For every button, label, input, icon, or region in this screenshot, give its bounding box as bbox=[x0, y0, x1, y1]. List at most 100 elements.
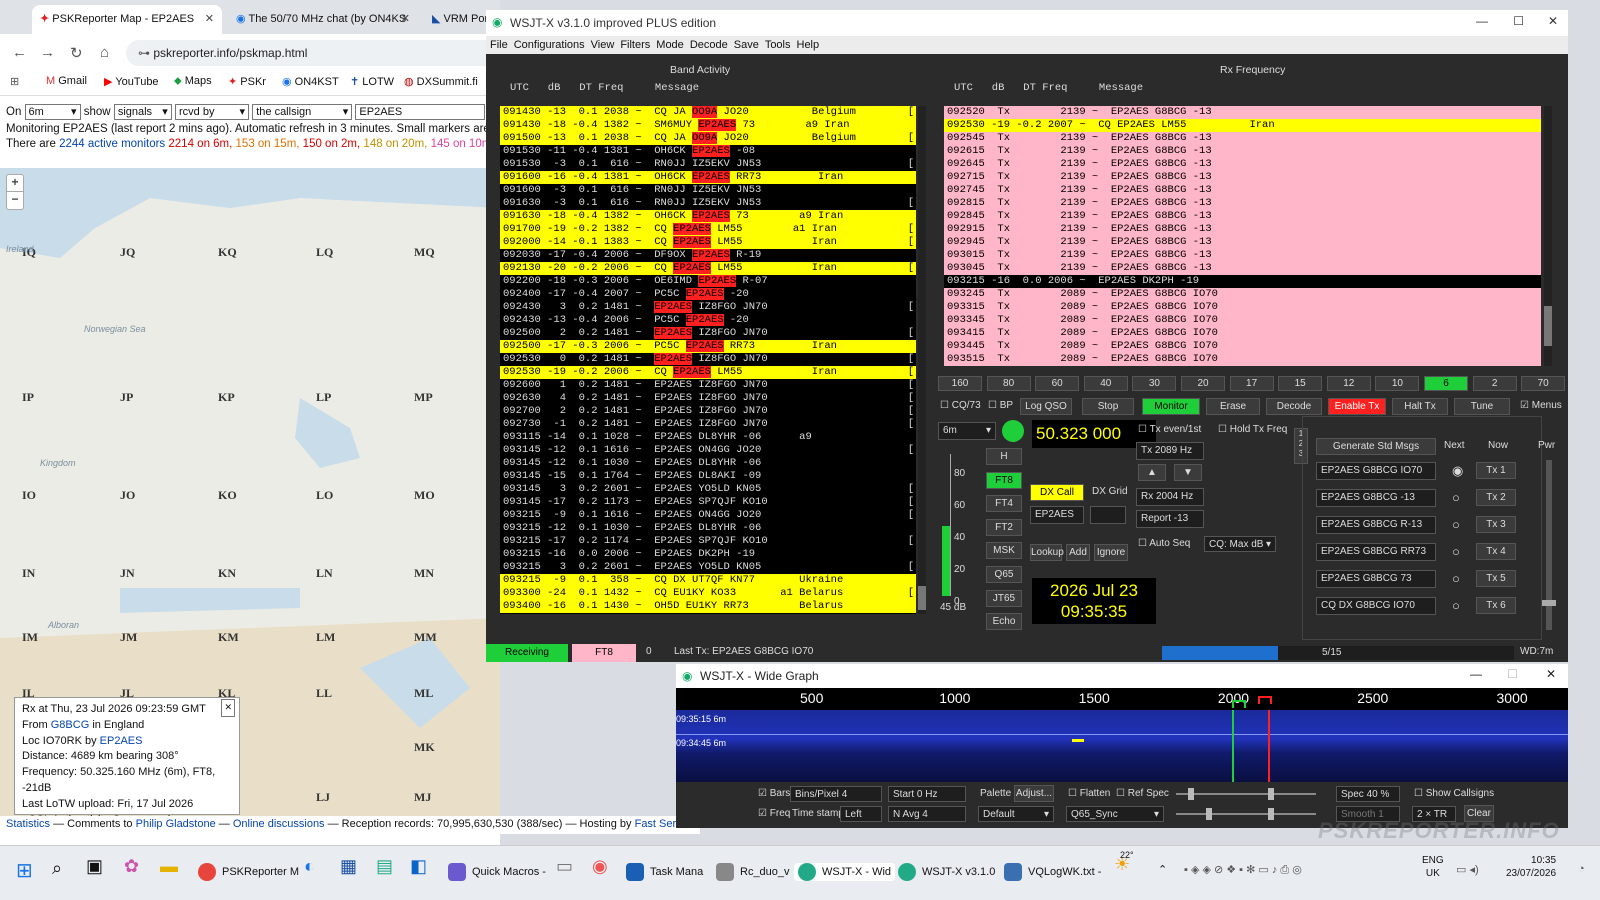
band-button-60[interactable]: 60 bbox=[1035, 376, 1080, 391]
mode-button-h[interactable]: H bbox=[986, 448, 1022, 465]
rx-freq-spinner[interactable]: Rx 2004 Hz bbox=[1136, 488, 1204, 506]
statistics-link[interactable]: Statistics bbox=[6, 818, 50, 830]
band-activity-row[interactable]: 092200 -18 -0.3 2006 ~ OE6IMD EP2AES R-0… bbox=[500, 275, 916, 288]
rx-frequency-row[interactable]: 092815 Tx 2139 ~ EP2AES G8BCG -13 bbox=[944, 197, 1541, 210]
bins-spinner[interactable]: Bins/Pixel 4 bbox=[790, 786, 882, 802]
file-explorer-icon[interactable]: ▬ bbox=[160, 856, 178, 877]
add-button[interactable]: Add bbox=[1066, 544, 1090, 561]
mode-button-msk[interactable]: MSK bbox=[986, 542, 1022, 560]
tx-button-2[interactable]: Tx 2 bbox=[1476, 489, 1516, 506]
reload-icon[interactable]: ↻ bbox=[70, 44, 83, 62]
flatten-checkbox[interactable]: ☐ Flatten bbox=[1068, 788, 1110, 799]
band-activity-row[interactable]: 091430 -13 0.1 2038 ~ CQ JA OO9A JO20 Be… bbox=[500, 106, 916, 119]
cq73-checkbox[interactable]: ☐ CQ/73 bbox=[940, 400, 981, 411]
mode-button-jt65[interactable]: JT65 bbox=[986, 589, 1022, 607]
band-button-80[interactable]: 80 bbox=[986, 376, 1031, 391]
band-activity-row[interactable]: 093215 -9 0.1 358 ~ CQ DX UT7QF KN77 Ukr… bbox=[500, 574, 916, 587]
network-icon[interactable]: ▭ ◂) bbox=[1456, 863, 1479, 876]
band-activity-list[interactable]: 091430 -13 0.1 2038 ~ CQ JA OO9A JO20 Be… bbox=[500, 106, 916, 614]
mode-button-ft4[interactable]: FT4 bbox=[986, 495, 1022, 513]
band-activity-row[interactable]: 093400 -16 0.1 1430 ~ OH5D EU1KY RR73 Be… bbox=[500, 600, 916, 613]
band-activity-row[interactable]: 093145 3 0.2 2601 ~ EP2AES YO5LD KN05 [ bbox=[500, 483, 916, 496]
from-call-link[interactable]: G8BCG bbox=[51, 719, 90, 731]
timestamp-combo[interactable]: Left bbox=[840, 806, 882, 822]
close-icon[interactable]: ✕ bbox=[1546, 667, 1556, 681]
menu-item[interactable]: Configurations bbox=[514, 39, 585, 51]
online-discussions-link[interactable]: Online discussions bbox=[233, 818, 325, 830]
search-icon[interactable]: ⌕ bbox=[52, 858, 62, 879]
dx-grid-input[interactable] bbox=[1090, 506, 1126, 524]
rx-frequency-row[interactable]: 092945 Tx 2139 ~ EP2AES G8BCG -13 bbox=[944, 236, 1541, 249]
bookmark-pskr[interactable]: ✦ PSKr bbox=[228, 75, 266, 88]
store-icon[interactable]: ▦ bbox=[340, 856, 357, 877]
tx-button-5[interactable]: Tx 5 bbox=[1476, 570, 1516, 587]
tx-button-4[interactable]: Tx 4 bbox=[1476, 543, 1516, 560]
band-combo[interactable]: 6m ▾ bbox=[938, 422, 996, 440]
rx-frequency-row[interactable]: 092520 Tx 2139 ~ EP2AES G8BCG -13 bbox=[944, 106, 1541, 119]
band-activity-row[interactable]: 091500 -13 0.1 2038 ~ CQ JA OO9A JO20 Be… bbox=[500, 132, 916, 145]
erase-button[interactable]: Erase bbox=[1206, 398, 1260, 415]
band-activity-row[interactable]: 092430 3 0.2 1481 ~ EP2AES IZ8FGO JN70 [ bbox=[500, 301, 916, 314]
rx-frequency-row[interactable]: 092845 Tx 2139 ~ EP2AES G8BCG -13 bbox=[944, 210, 1541, 223]
back-icon[interactable]: ← bbox=[12, 44, 27, 61]
next-radio[interactable]: ○ bbox=[1452, 571, 1460, 586]
rx-frequency-row[interactable]: 092545 Tx 2139 ~ EP2AES G8BCG -13 bbox=[944, 132, 1541, 145]
notification-icon[interactable]: ◔ bbox=[1578, 863, 1585, 875]
site-settings-icon[interactable]: ⊶ bbox=[138, 46, 150, 60]
next-radio[interactable]: ○ bbox=[1452, 490, 1460, 505]
band-button-12[interactable]: 12 bbox=[1326, 376, 1371, 391]
minimize-icon[interactable]: — bbox=[1476, 14, 1488, 28]
task-view-icon[interactable]: ▣ bbox=[86, 856, 103, 877]
edge-icon[interactable]: ◐ bbox=[304, 856, 315, 877]
author-link[interactable]: Philip Gladstone bbox=[136, 818, 216, 830]
rx-frequency-list[interactable]: 092520 Tx 2139 ~ EP2AES G8BCG -13 092530 … bbox=[944, 106, 1541, 366]
tx-message-field[interactable]: CQ DX G8BCG IO70 bbox=[1316, 597, 1436, 615]
tx-up-button[interactable]: ▲ bbox=[1138, 464, 1166, 481]
band-activity-row[interactable]: 092530 0 0.2 1481 ~ EP2AES IZ8FGO JN70 [ bbox=[500, 353, 916, 366]
zero-slider[interactable] bbox=[1176, 808, 1316, 820]
tab-5070-chat[interactable]: ◉ The 50/70 MHz chat (by ON4KS ✕ bbox=[228, 5, 418, 34]
band-activity-row[interactable]: 093215 3 0.2 2601 ~ EP2AES YO5LD KN05 [ bbox=[500, 561, 916, 574]
menu-item[interactable]: Help bbox=[797, 39, 820, 51]
monitor-button[interactable]: Monitor bbox=[1142, 398, 1200, 415]
rx-frequency-row[interactable]: 093015 Tx 2139 ~ EP2AES G8BCG -13 bbox=[944, 249, 1541, 262]
band-activity-row[interactable]: 093145 -17 0.2 1173 ~ EP2AES SP7QJF KO10… bbox=[500, 496, 916, 509]
hold-tx-checkbox[interactable]: ☐ Hold Tx Freq bbox=[1218, 424, 1287, 435]
band-select[interactable]: 6m ▾ bbox=[24, 104, 81, 120]
url-field[interactable]: ⊶ pskreporter.info/pskmap.html bbox=[126, 40, 506, 66]
rx-frequency-row[interactable]: 092530 -19 -0.2 2007 ~ CQ EP2AES LM55 Ir… bbox=[944, 119, 1541, 132]
band-activity-row[interactable]: 092500 -17 -0.3 2006 ~ PC5C EP2AES RR73 … bbox=[500, 340, 916, 353]
report-spinner[interactable]: Report -13 bbox=[1136, 510, 1204, 528]
taskbar-rc-duo[interactable]: Rc_duo_v bbox=[716, 863, 790, 881]
band-button-6[interactable]: 6 bbox=[1424, 376, 1468, 391]
halt-tx-button[interactable]: Halt Tx bbox=[1392, 398, 1448, 415]
band-activity-row[interactable]: 092730 -1 0.2 1481 ~ EP2AES IZ8FGO JN70 [ bbox=[500, 418, 916, 431]
next-radio[interactable]: ○ bbox=[1452, 517, 1460, 532]
band-activity-row[interactable]: 093145 -12 0.1 1030 ~ EP2AES DL8YHR -06 bbox=[500, 457, 916, 470]
taskbar-vqlog[interactable]: VQLogWK.txt - bbox=[1004, 863, 1101, 881]
by-select[interactable]: the callsign ▾ bbox=[252, 104, 353, 120]
band-activity-row[interactable]: 093115 -14 0.1 1028 ~ EP2AES DL8YHR -06 … bbox=[500, 431, 916, 444]
tray-icons[interactable]: ▪ ◈ ◈ ⊘ ❖ ▪ ✻ ▭ ♪ ⎙ ◎ bbox=[1184, 863, 1302, 877]
rx-frequency-row[interactable]: 093415 Tx 2089 ~ EP2AES G8BCG IO70 bbox=[944, 327, 1541, 340]
band-activity-row[interactable]: 092600 1 0.2 1481 ~ EP2AES IZ8FGO JN70 [ bbox=[500, 379, 916, 392]
mode-select[interactable]: rcvd by ▾ bbox=[175, 104, 250, 120]
bookmark-youtube[interactable]: ▶ YouTube bbox=[104, 75, 159, 88]
active-monitors-link[interactable]: 2244 active monitors bbox=[59, 138, 165, 150]
close-icon[interactable]: ✕ bbox=[221, 699, 235, 717]
menu-item[interactable]: File bbox=[490, 39, 508, 51]
tx-message-field[interactable]: EP2AES G8BCG IO70 bbox=[1316, 462, 1436, 480]
band-button-17[interactable]: 17 bbox=[1229, 376, 1274, 391]
band-activity-row[interactable]: 091600 -3 0.1 616 ~ RN0JJ IZ5EKV JN53 bbox=[500, 184, 916, 197]
refspec-checkbox[interactable]: ☐ Ref Spec bbox=[1116, 788, 1169, 799]
next-radio[interactable]: ○ bbox=[1452, 598, 1460, 613]
forward-icon[interactable]: → bbox=[40, 44, 55, 61]
rx-frequency-row[interactable]: 092745 Tx 2139 ~ EP2AES G8BCG -13 bbox=[944, 184, 1541, 197]
bp-checkbox[interactable]: ☐ BP bbox=[988, 400, 1013, 411]
zoom-out-button[interactable]: − bbox=[7, 192, 23, 209]
show-callsigns-checkbox[interactable]: ☐ Show Callsigns bbox=[1414, 788, 1494, 799]
band-activity-row[interactable]: 092400 -17 -0.4 2007 ~ PC5C EP2AES -20 bbox=[500, 288, 916, 301]
taskbar-quick-macros[interactable]: Quick Macros - bbox=[448, 863, 546, 881]
menu-item[interactable]: Mode bbox=[656, 39, 684, 51]
chevron-up-icon[interactable]: ⌃ bbox=[1158, 863, 1167, 876]
